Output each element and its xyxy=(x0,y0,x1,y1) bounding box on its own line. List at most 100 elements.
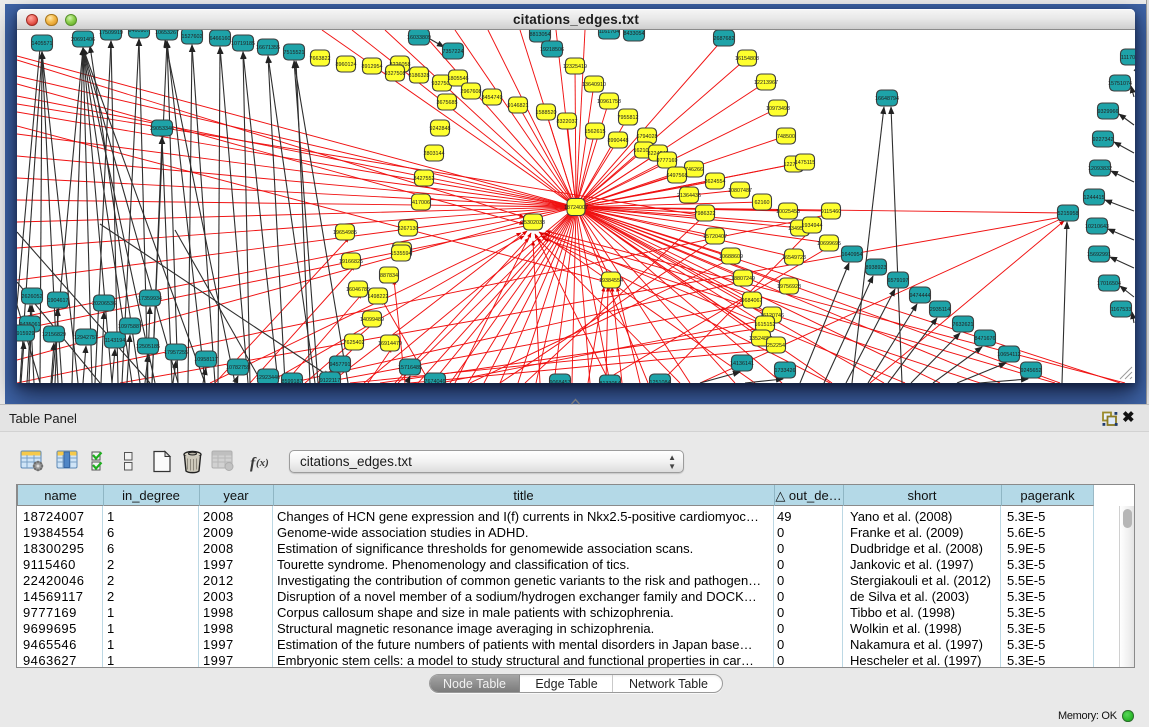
svg-text:10958117: 10958117 xyxy=(194,357,218,363)
svg-text:3267130: 3267130 xyxy=(398,226,419,232)
svg-text:(x): (x) xyxy=(256,457,269,469)
svg-text:12942757: 12942757 xyxy=(74,335,98,341)
svg-text:8433054: 8433054 xyxy=(624,31,645,37)
svg-text:7357224: 7357224 xyxy=(443,49,464,55)
svg-text:12093832: 12093832 xyxy=(1088,166,1112,172)
svg-text:9146821: 9146821 xyxy=(508,103,529,109)
svg-text:5215958: 5215958 xyxy=(1058,211,1079,217)
svg-text:1475115: 1475115 xyxy=(795,160,816,166)
svg-text:1805546: 1805546 xyxy=(448,76,469,82)
svg-text:16033809: 16033809 xyxy=(407,35,431,41)
svg-text:7986322: 7986322 xyxy=(695,211,716,217)
svg-text:10654112: 10654112 xyxy=(997,352,1021,358)
svg-text:16154808: 16154808 xyxy=(735,56,759,62)
svg-text:2626052: 2626052 xyxy=(22,294,43,300)
svg-text:1167533: 1167533 xyxy=(1111,307,1132,313)
svg-text:887834: 887834 xyxy=(380,273,398,279)
svg-text:16671355: 16671355 xyxy=(256,45,280,51)
svg-text:17509919: 17509919 xyxy=(99,30,123,36)
svg-text:10975887: 10975887 xyxy=(118,324,142,330)
svg-text:9329966: 9329966 xyxy=(1098,109,1119,115)
svg-text:29053346: 29053346 xyxy=(150,126,174,132)
svg-text:1117042: 1117042 xyxy=(1121,55,1135,61)
svg-text:18724007: 18724007 xyxy=(564,205,588,211)
svg-text:10699695: 10699695 xyxy=(817,241,841,247)
svg-text:20206536: 20206536 xyxy=(92,301,116,307)
svg-text:9460907: 9460907 xyxy=(129,30,150,34)
svg-text:9684067: 9684067 xyxy=(742,298,763,304)
svg-text:15720407: 15720407 xyxy=(703,234,727,240)
svg-text:748500: 748500 xyxy=(777,134,795,140)
svg-text:10688609: 10688609 xyxy=(719,254,743,260)
svg-text:7515521: 7515521 xyxy=(284,50,305,56)
svg-text:1161704: 1161704 xyxy=(599,30,620,35)
svg-text:8813054: 8813054 xyxy=(530,32,551,38)
svg-text:18807249: 18807249 xyxy=(731,276,755,282)
svg-text:1904617: 1904617 xyxy=(48,298,69,304)
svg-text:8990448: 8990448 xyxy=(608,138,629,144)
svg-text:12325419: 12325419 xyxy=(563,64,587,70)
svg-text:2967608: 2967608 xyxy=(461,89,482,95)
svg-text:17016504: 17016504 xyxy=(1097,281,1121,287)
svg-text:19654985: 19654985 xyxy=(333,230,357,236)
svg-text:20691406: 20691406 xyxy=(71,37,95,43)
svg-text:3915929: 3915929 xyxy=(17,331,35,337)
svg-text:8133054: 8133054 xyxy=(600,381,621,383)
svg-text:7625402: 7625402 xyxy=(344,340,365,346)
svg-text:7674046: 7674046 xyxy=(425,379,446,383)
svg-text:1143194: 1143194 xyxy=(105,338,126,344)
svg-text:8938923: 8938923 xyxy=(866,265,887,271)
svg-text:16549723: 16549723 xyxy=(782,255,806,261)
svg-text:9122117: 9122117 xyxy=(320,378,341,383)
svg-text:8912954: 8912954 xyxy=(362,64,383,70)
svg-text:9115460: 9115460 xyxy=(821,209,842,215)
svg-text:12156829: 12156829 xyxy=(42,332,66,338)
svg-text:8599187: 8599187 xyxy=(282,379,303,383)
svg-text:1535594: 1535594 xyxy=(391,251,412,257)
svg-text:6794028: 6794028 xyxy=(637,134,658,140)
svg-text:10210643: 10210643 xyxy=(1085,224,1109,230)
svg-text:7632621: 7632621 xyxy=(953,322,974,328)
svg-text:1251084: 1251084 xyxy=(650,380,671,383)
svg-text:9457791: 9457791 xyxy=(330,362,351,368)
svg-text:14099489: 14099489 xyxy=(360,317,384,323)
svg-text:6579197: 6579197 xyxy=(888,278,909,284)
svg-text:7955812: 7955812 xyxy=(618,115,639,121)
svg-text:10719185: 10719185 xyxy=(231,41,255,47)
svg-text:746266: 746266 xyxy=(685,167,703,173)
svg-text:8186328: 8186328 xyxy=(409,73,430,79)
svg-text:10961758: 10961758 xyxy=(597,99,621,105)
svg-text:6466160: 6466160 xyxy=(210,36,231,42)
svg-text:8427552: 8427552 xyxy=(414,176,435,182)
svg-text:16046785: 16046785 xyxy=(346,287,370,293)
svg-text:9474444: 9474444 xyxy=(910,293,931,299)
svg-text:8471676: 8471676 xyxy=(975,336,996,342)
svg-text:3624554: 3624554 xyxy=(705,179,726,185)
svg-text:17957255: 17957255 xyxy=(164,350,188,356)
svg-text:10782759: 10782759 xyxy=(226,365,250,371)
svg-text:10973493: 10973493 xyxy=(766,106,790,112)
svg-text:10807487: 10807487 xyxy=(728,188,752,194)
svg-text:17359934: 17359934 xyxy=(138,296,162,302)
svg-text:15692991: 15692991 xyxy=(1087,252,1111,258)
svg-text:12213967: 12213967 xyxy=(754,80,778,86)
svg-text:2687682: 2687682 xyxy=(714,36,735,42)
svg-text:2803144: 2803144 xyxy=(424,151,445,157)
svg-text:8322037: 8322037 xyxy=(557,119,578,125)
svg-text:19384554: 19384554 xyxy=(599,278,623,284)
svg-text:12923446: 12923446 xyxy=(256,375,280,381)
svg-text:21364436: 21364436 xyxy=(677,193,701,199)
svg-text:417006: 417006 xyxy=(412,200,430,206)
svg-text:1244415: 1244415 xyxy=(1084,195,1105,201)
svg-text:1498222: 1498222 xyxy=(368,294,389,300)
svg-text:252254: 252254 xyxy=(767,343,785,349)
svg-text:1615152: 1615152 xyxy=(755,322,776,328)
svg-text:12505185: 12505185 xyxy=(136,344,160,350)
svg-text:15716485: 15716485 xyxy=(398,365,422,371)
svg-text:8960124: 8960124 xyxy=(336,62,357,68)
svg-text:9242848: 9242848 xyxy=(430,126,451,132)
svg-text:19756928: 19756928 xyxy=(777,284,801,290)
svg-text:25302033: 25302033 xyxy=(521,220,545,226)
svg-text:9245652: 9245652 xyxy=(1021,368,1042,374)
svg-text:1527602: 1527602 xyxy=(182,34,203,40)
